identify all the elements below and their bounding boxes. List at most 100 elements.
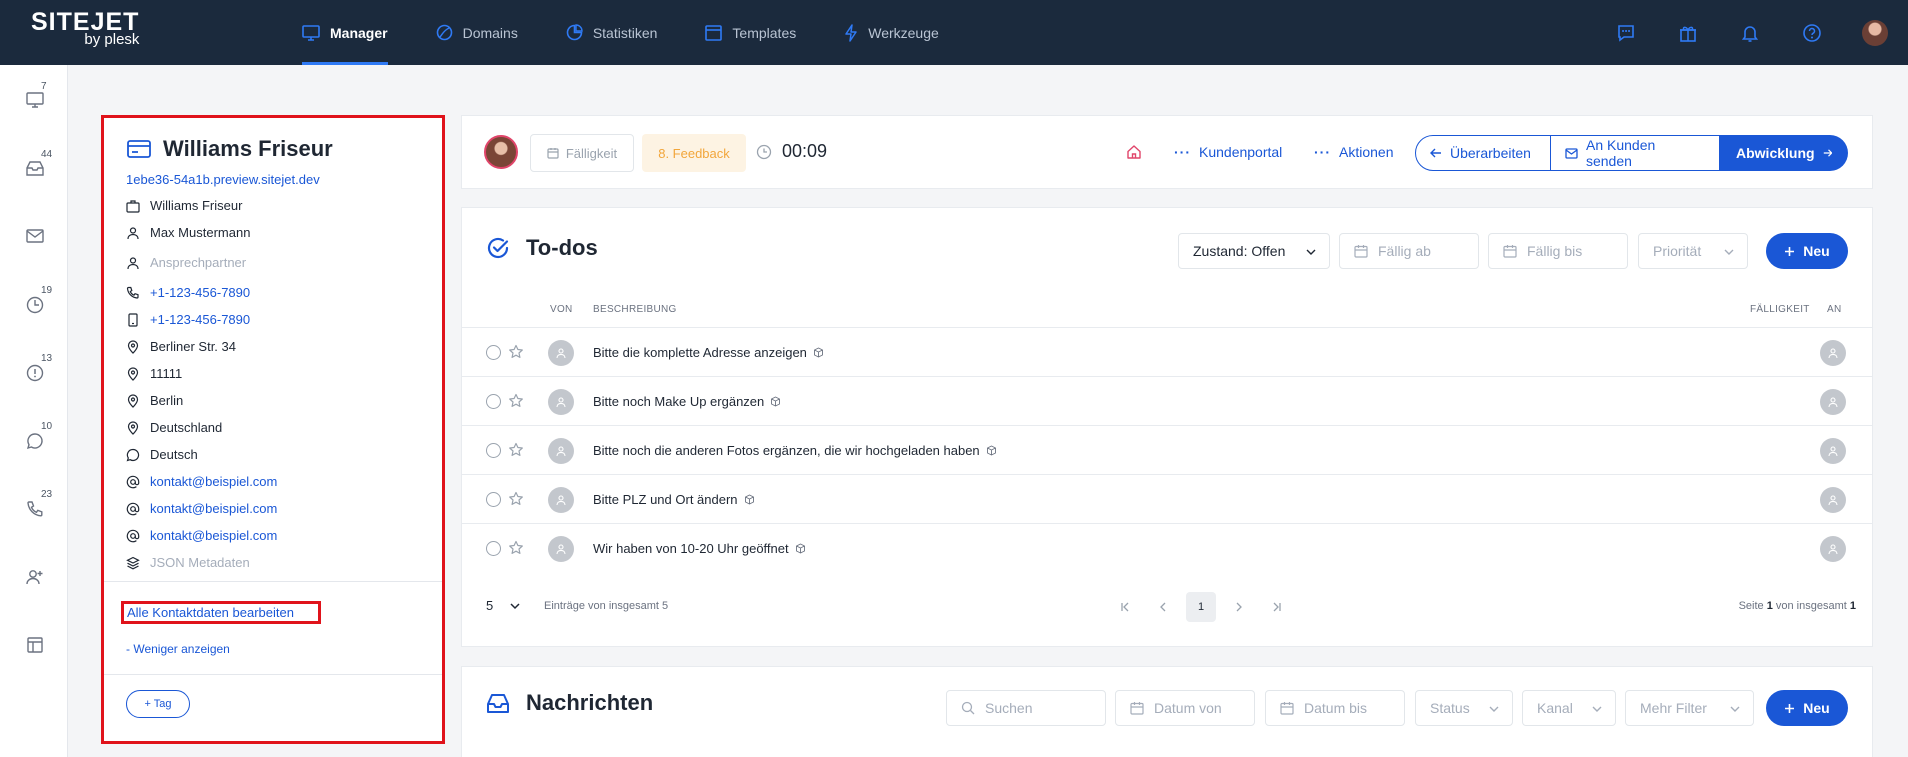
location-pin-icon bbox=[127, 420, 139, 435]
status-badge[interactable]: 8. Feedback bbox=[642, 134, 746, 172]
complete-checkbox[interactable] bbox=[486, 394, 501, 409]
nav-statistics[interactable]: Statistiken bbox=[554, 0, 670, 65]
send-to-customer-button[interactable]: An Kunden senden bbox=[1551, 135, 1720, 171]
page-info-mid: von insgesamt bbox=[1772, 600, 1850, 612]
creator-avatar bbox=[548, 487, 574, 513]
state-filter[interactable]: Zustand: Offen bbox=[1178, 233, 1330, 269]
actions-link[interactable]: ··· Aktionen bbox=[1314, 144, 1393, 160]
sidebar-item-alert-clock[interactable]: 13 bbox=[25, 353, 52, 383]
prev-page-button[interactable] bbox=[1148, 592, 1178, 622]
help-icon[interactable] bbox=[1800, 21, 1824, 45]
sidebar-item-comments[interactable]: 10 bbox=[25, 421, 52, 451]
page-button-current[interactable]: 1 bbox=[1186, 592, 1216, 622]
country-row: Deutschland bbox=[126, 420, 222, 435]
complete-checkbox[interactable] bbox=[486, 443, 501, 458]
sidebar-item-layout[interactable] bbox=[25, 635, 45, 655]
preview-url-link[interactable]: 1ebe36-54a1b.preview.sitejet.dev bbox=[126, 172, 320, 187]
json-metadata-row[interactable]: JSON Metadaten bbox=[126, 555, 250, 570]
nav-tools[interactable]: Werkzeuge bbox=[832, 0, 951, 65]
edit-all-contact-data-link[interactable]: Alle Kontaktdaten bearbeiten bbox=[121, 601, 321, 624]
revise-button[interactable]: Überarbeiten bbox=[1415, 135, 1551, 171]
bell-icon[interactable] bbox=[1738, 21, 1762, 45]
sidebar-item-add-user[interactable] bbox=[25, 567, 45, 587]
todo-row[interactable]: Wir haben von 10-20 Uhr geöffnet bbox=[462, 523, 1872, 572]
star-icon[interactable] bbox=[508, 442, 524, 458]
contact-person-row[interactable]: Ansprechpartner bbox=[126, 255, 246, 270]
nav-domains[interactable]: Domains bbox=[424, 0, 530, 65]
star-icon[interactable] bbox=[508, 491, 524, 507]
timer[interactable]: 00:09 bbox=[756, 141, 827, 162]
first-page-button[interactable] bbox=[1110, 592, 1140, 622]
star-icon[interactable] bbox=[508, 344, 524, 360]
date-from-filter[interactable]: Datum von bbox=[1115, 690, 1255, 726]
home-icon[interactable] bbox=[1126, 144, 1142, 160]
todos-card: To-dos Zustand: Offen Fällig ab Fällig b… bbox=[461, 207, 1873, 647]
due-date-button[interactable]: Fälligkeit bbox=[530, 134, 634, 172]
email-row[interactable]: kontakt@beispiel.com bbox=[126, 501, 277, 516]
due-from-filter[interactable]: Fällig ab bbox=[1339, 233, 1479, 269]
page-size-select[interactable]: 5 bbox=[486, 598, 521, 613]
monitor-icon bbox=[302, 24, 320, 41]
complete-checkbox[interactable] bbox=[486, 492, 501, 507]
column-header-description[interactable]: BESCHREIBUNG bbox=[593, 304, 677, 315]
todo-row[interactable]: Bitte PLZ und Ort ändern bbox=[462, 474, 1872, 523]
assignee-avatar[interactable] bbox=[1820, 438, 1846, 464]
email-row[interactable]: kontakt@beispiel.com bbox=[126, 528, 277, 543]
new-message-button[interactable]: Neu bbox=[1766, 690, 1848, 726]
todo-description[interactable]: Wir haben von 10-20 Uhr geöffnet bbox=[593, 541, 806, 556]
customer-avatar[interactable] bbox=[484, 135, 518, 169]
gift-icon[interactable] bbox=[1676, 21, 1700, 45]
show-less-link[interactable]: - Weniger anzeigen bbox=[126, 642, 230, 656]
status-filter[interactable]: Status bbox=[1415, 690, 1513, 726]
todo-description[interactable]: Bitte die komplette Adresse anzeigen bbox=[593, 345, 824, 360]
chat-icon[interactable] bbox=[1614, 21, 1638, 45]
sidebar-item-inbox[interactable]: 44 bbox=[25, 149, 52, 179]
new-todo-button[interactable]: Neu bbox=[1766, 233, 1848, 269]
todo-description[interactable]: Bitte PLZ und Ort ändern bbox=[593, 492, 755, 507]
todo-row[interactable]: Bitte noch Make Up ergänzen bbox=[462, 376, 1872, 425]
todo-row[interactable]: Bitte die komplette Adresse anzeigen bbox=[462, 327, 1872, 376]
sidebar-item-phone[interactable]: 23 bbox=[25, 489, 52, 519]
last-page-button[interactable] bbox=[1262, 592, 1292, 622]
star-icon[interactable] bbox=[508, 540, 524, 556]
todos-title: To-dos bbox=[526, 235, 598, 260]
sidebar-item-desktop[interactable]: 7 bbox=[25, 81, 47, 111]
assignee-avatar[interactable] bbox=[1820, 536, 1846, 562]
sidebar-item-mail[interactable] bbox=[25, 227, 45, 247]
arrow-left-icon bbox=[1430, 148, 1441, 158]
column-header-to[interactable]: AN bbox=[1827, 304, 1842, 315]
assignee-avatar[interactable] bbox=[1820, 340, 1846, 366]
priority-filter[interactable]: Priorität bbox=[1638, 233, 1748, 269]
mobile-number: +1-123-456-7890 bbox=[150, 312, 251, 327]
sitejet-logo[interactable]: SITEJET by plesk bbox=[31, 8, 139, 48]
todo-row[interactable]: Bitte noch die anderen Fotos ergänzen, d… bbox=[462, 425, 1872, 474]
new-message-label: Neu bbox=[1803, 700, 1830, 716]
date-to-filter[interactable]: Datum bis bbox=[1265, 690, 1405, 726]
sidebar-item-clock[interactable]: 19 bbox=[25, 285, 52, 315]
mobile-row[interactable]: +1-123-456-7890 bbox=[126, 312, 250, 327]
nav-templates[interactable]: Templates bbox=[693, 0, 808, 65]
more-filter[interactable]: Mehr Filter bbox=[1625, 690, 1754, 726]
column-header-from[interactable]: VON bbox=[550, 304, 573, 315]
star-icon[interactable] bbox=[508, 393, 524, 409]
assignee-avatar[interactable] bbox=[1820, 389, 1846, 415]
complete-checkbox[interactable] bbox=[486, 541, 501, 556]
todo-description[interactable]: Bitte noch Make Up ergänzen bbox=[593, 394, 781, 409]
customer-portal-link[interactable]: ··· Kundenportal bbox=[1174, 144, 1282, 160]
process-button[interactable]: Abwicklung bbox=[1720, 135, 1848, 171]
email-row[interactable]: kontakt@beispiel.com bbox=[126, 474, 277, 489]
next-page-button[interactable] bbox=[1224, 592, 1254, 622]
phone-row[interactable]: +1-123-456-7890 bbox=[126, 285, 250, 300]
due-to-filter[interactable]: Fällig bis bbox=[1488, 233, 1628, 269]
add-tag-button[interactable]: + Tag bbox=[126, 690, 190, 718]
column-header-due[interactable]: FÄLLIGKEIT bbox=[1750, 304, 1810, 315]
assignee-avatar[interactable] bbox=[1820, 487, 1846, 513]
user-avatar[interactable] bbox=[1862, 19, 1888, 46]
complete-checkbox[interactable] bbox=[486, 345, 501, 360]
lightning-icon bbox=[845, 23, 857, 42]
todo-description[interactable]: Bitte noch die anderen Fotos ergänzen, d… bbox=[593, 443, 997, 458]
channel-filter[interactable]: Kanal bbox=[1522, 690, 1616, 726]
search-input[interactable]: Suchen bbox=[946, 690, 1106, 726]
inbox-icon bbox=[487, 694, 509, 713]
nav-manager[interactable]: Manager bbox=[290, 0, 400, 65]
